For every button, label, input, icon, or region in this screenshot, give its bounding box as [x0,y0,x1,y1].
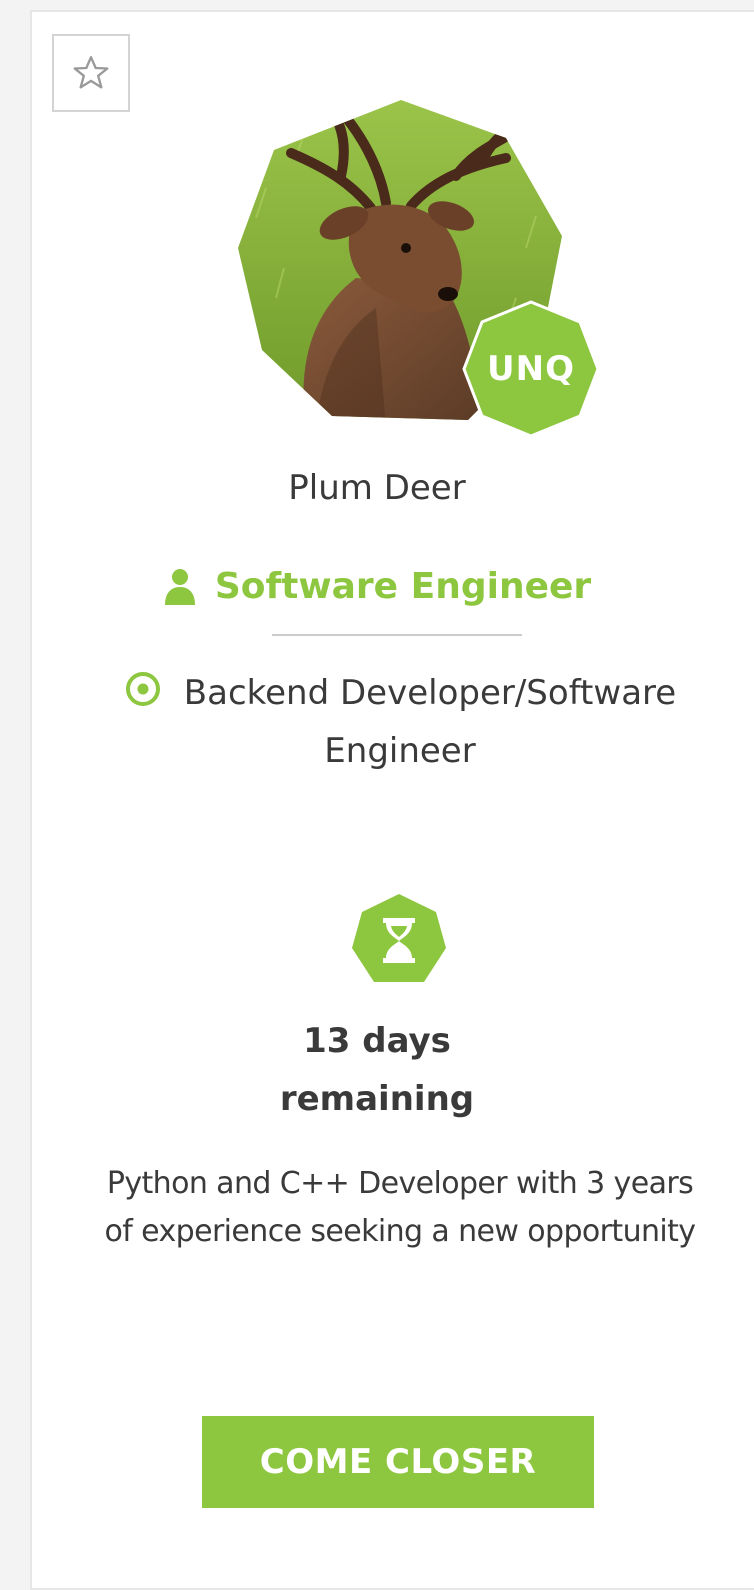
favorite-button[interactable] [52,34,130,112]
candidate-name: Plum Deer [288,468,466,508]
time-remaining-days: 13 days [303,1021,451,1061]
star-outline-icon [73,56,109,89]
specialization-label: Backend Developer/Software Engineer [183,673,677,771]
uniqueness-badge-label: UNQ [487,349,575,389]
come-closer-button[interactable]: COME CLOSER [202,1416,594,1508]
hourglass-icon [352,894,446,982]
target-icon [125,672,160,706]
user-icon [164,568,195,605]
time-remaining-label: remaining [279,1079,475,1119]
specialization: Backend Developer/Software Engineer [80,664,720,780]
time-remaining: 13 days remaining [0,1012,754,1128]
role-label: Software Engineer [214,566,592,607]
candidate-description: Python and C++ Developer with 3 years of… [104,1166,697,1249]
candidate-role[interactable]: Software Engineer [0,566,754,607]
divider [272,634,522,636]
